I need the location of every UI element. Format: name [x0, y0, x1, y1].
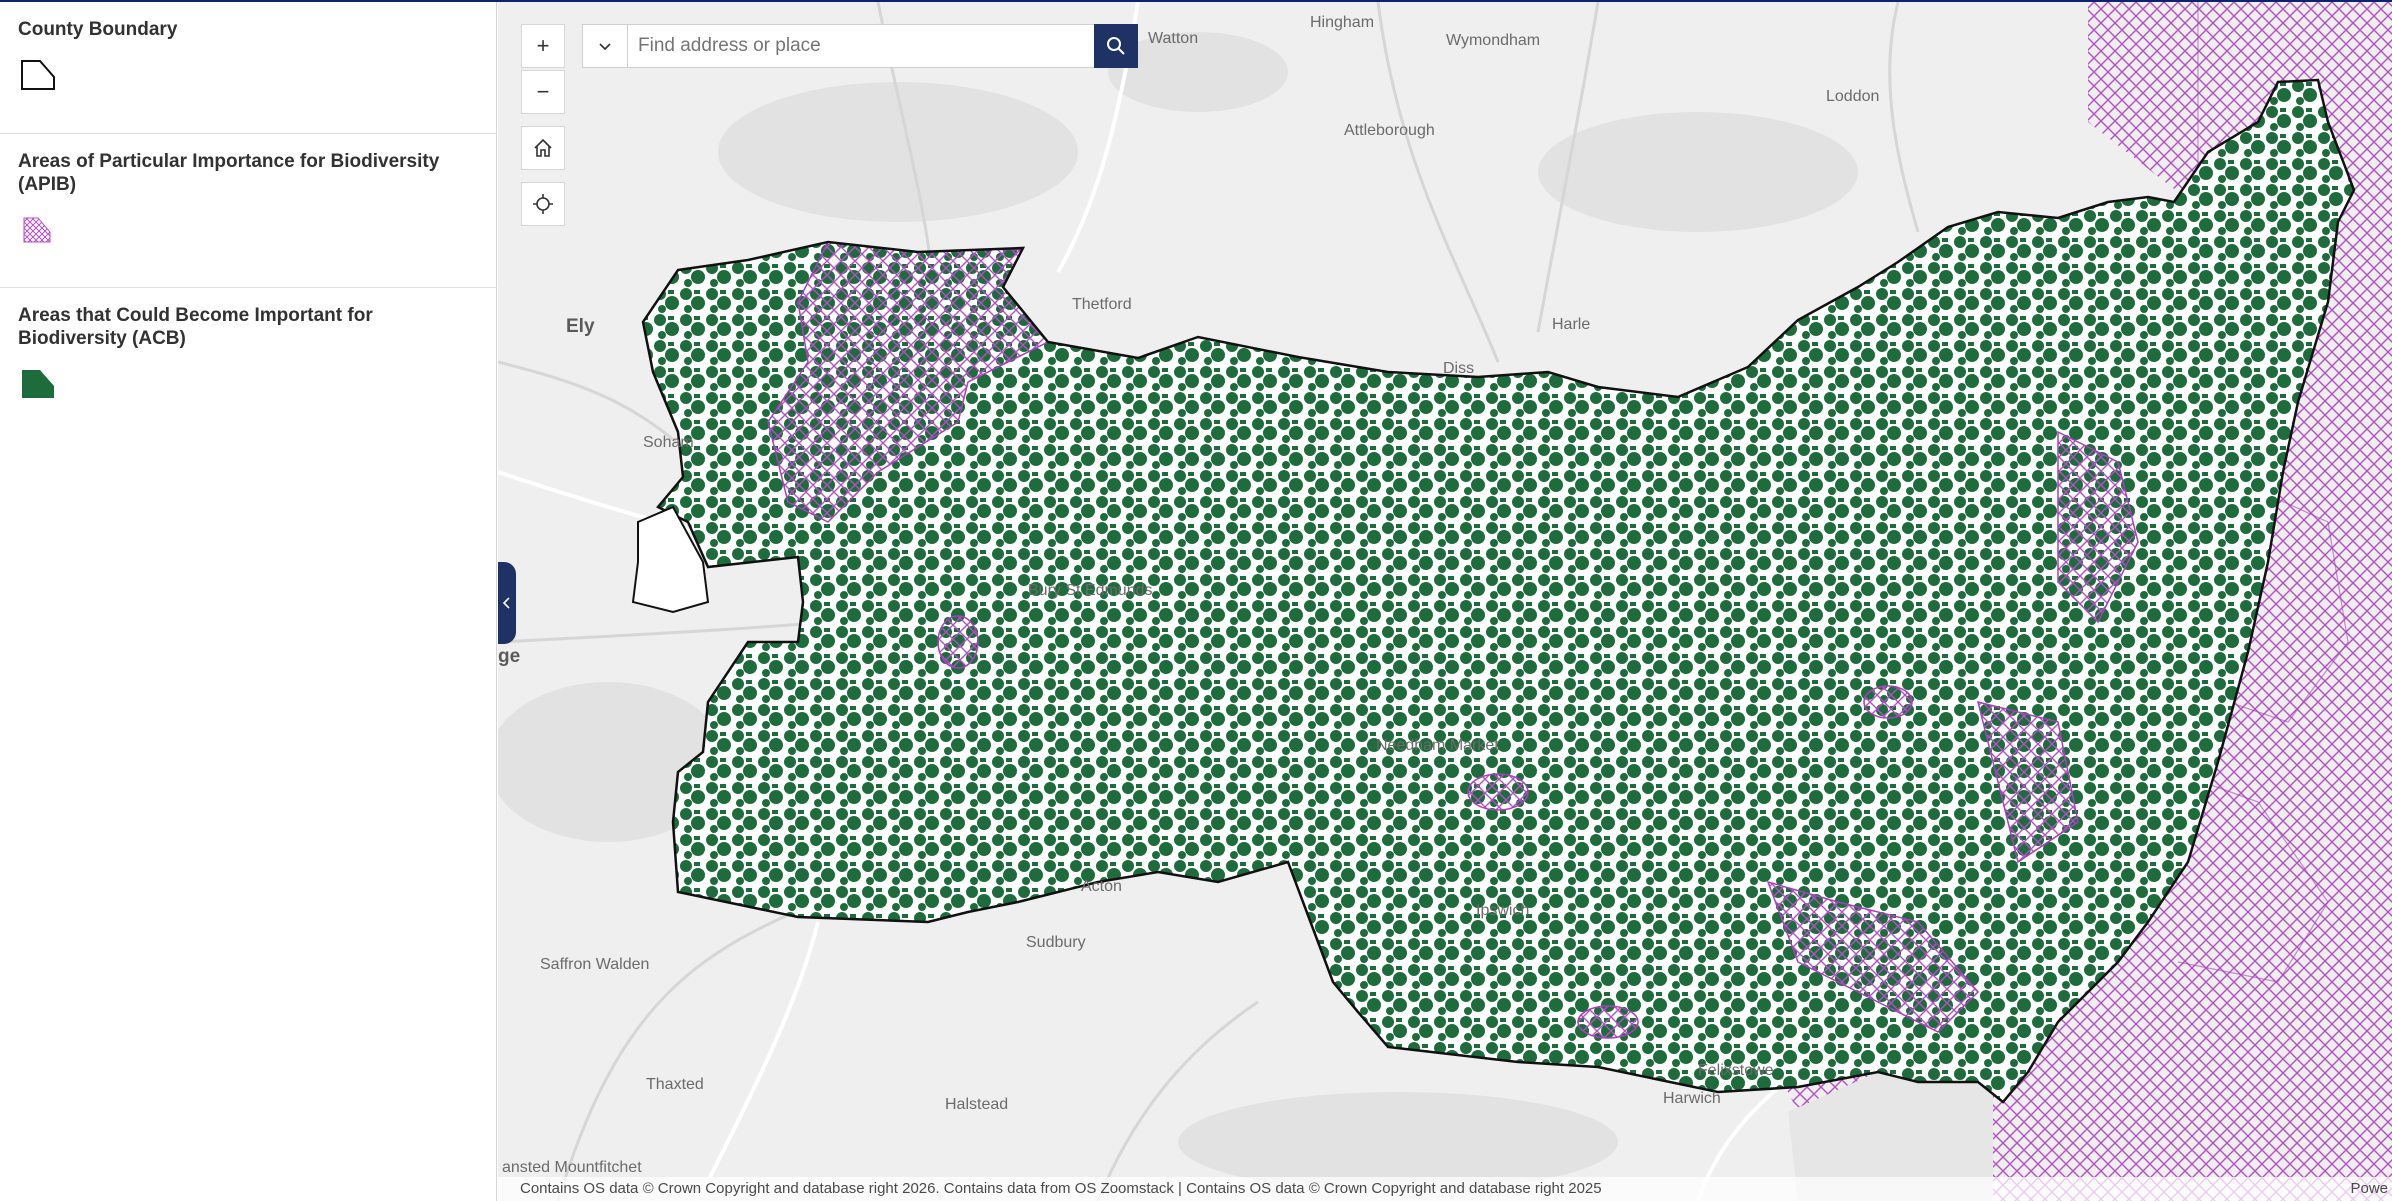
- place-label: Soham: [643, 434, 694, 451]
- search-button[interactable]: [1094, 24, 1138, 68]
- home-button[interactable]: [521, 126, 565, 170]
- crosshair-icon: [533, 194, 553, 214]
- place-label: Ipswich: [1476, 902, 1530, 919]
- map-view[interactable]: Watton Hingham Wymondham Loddon Attlebor…: [498, 2, 2392, 1201]
- legend-item-acb: Areas that Could Become Important for Bi…: [0, 288, 497, 428]
- search-icon: [1107, 37, 1125, 55]
- map-attribution: Contains OS data © Crown Copyright and d…: [498, 1177, 2392, 1201]
- top-border: [0, 0, 2392, 2]
- place-label: ge: [498, 646, 521, 667]
- place-label: Hingham: [1310, 14, 1375, 31]
- home-icon: [534, 138, 552, 157]
- legend-item-county-boundary: County Boundary: [0, 2, 497, 134]
- place-label: Wymondham: [1446, 32, 1541, 49]
- place-label: Saffron Walden: [540, 956, 650, 973]
- zoom-out-button[interactable]: −: [521, 70, 565, 114]
- place-label: Acton: [1081, 878, 1122, 895]
- place-label: ansted Mountfitchet: [502, 1159, 642, 1176]
- legend-title: County Boundary: [18, 19, 178, 40]
- place-label: Harwich: [1663, 1090, 1721, 1107]
- chevron-down-icon: [599, 43, 611, 51]
- place-label: Attleborough: [1344, 122, 1435, 139]
- zoom-in-button[interactable]: +: [521, 24, 565, 68]
- chevron-left-icon: [502, 597, 510, 609]
- collapse-panel-button[interactable]: [498, 562, 516, 644]
- place-label: Thaxted: [646, 1076, 704, 1093]
- place-label: Halstead: [945, 1096, 1009, 1113]
- place-label: Needham Market: [1376, 737, 1499, 754]
- place-label: Felixstowe: [1698, 1062, 1774, 1079]
- place-label: Thetford: [1072, 296, 1132, 313]
- locate-button[interactable]: [521, 182, 565, 226]
- place-label: Loddon: [1826, 88, 1880, 105]
- legend-item-apib: Areas of Particular Importance for Biodi…: [0, 134, 497, 288]
- place-label: Bury St Edmunds: [1028, 582, 1153, 599]
- search-widget: [582, 24, 1138, 68]
- place-label: Ely: [566, 316, 595, 337]
- place-label: Sudbury: [1026, 934, 1086, 951]
- outline-polygon-icon: [21, 60, 55, 90]
- legend-title: Areas that Could Become Important for Bi…: [18, 305, 373, 349]
- place-label: Diss: [1443, 360, 1475, 377]
- powered-by-link[interactable]: Powe: [2350, 1177, 2388, 1201]
- place-label: Harle: [1552, 316, 1591, 333]
- basemap: [498, 2, 2392, 1201]
- search-source-dropdown[interactable]: [583, 25, 628, 67]
- purple-hatch-icon: [23, 217, 51, 243]
- legend-title: Areas of Particular Importance for Biodi…: [18, 151, 440, 195]
- legend-panel: County Boundary Areas of Particular Impo…: [0, 2, 497, 1201]
- search-input[interactable]: [628, 25, 1094, 67]
- green-fill-icon: [22, 370, 54, 398]
- place-label: Watton: [1148, 30, 1199, 47]
